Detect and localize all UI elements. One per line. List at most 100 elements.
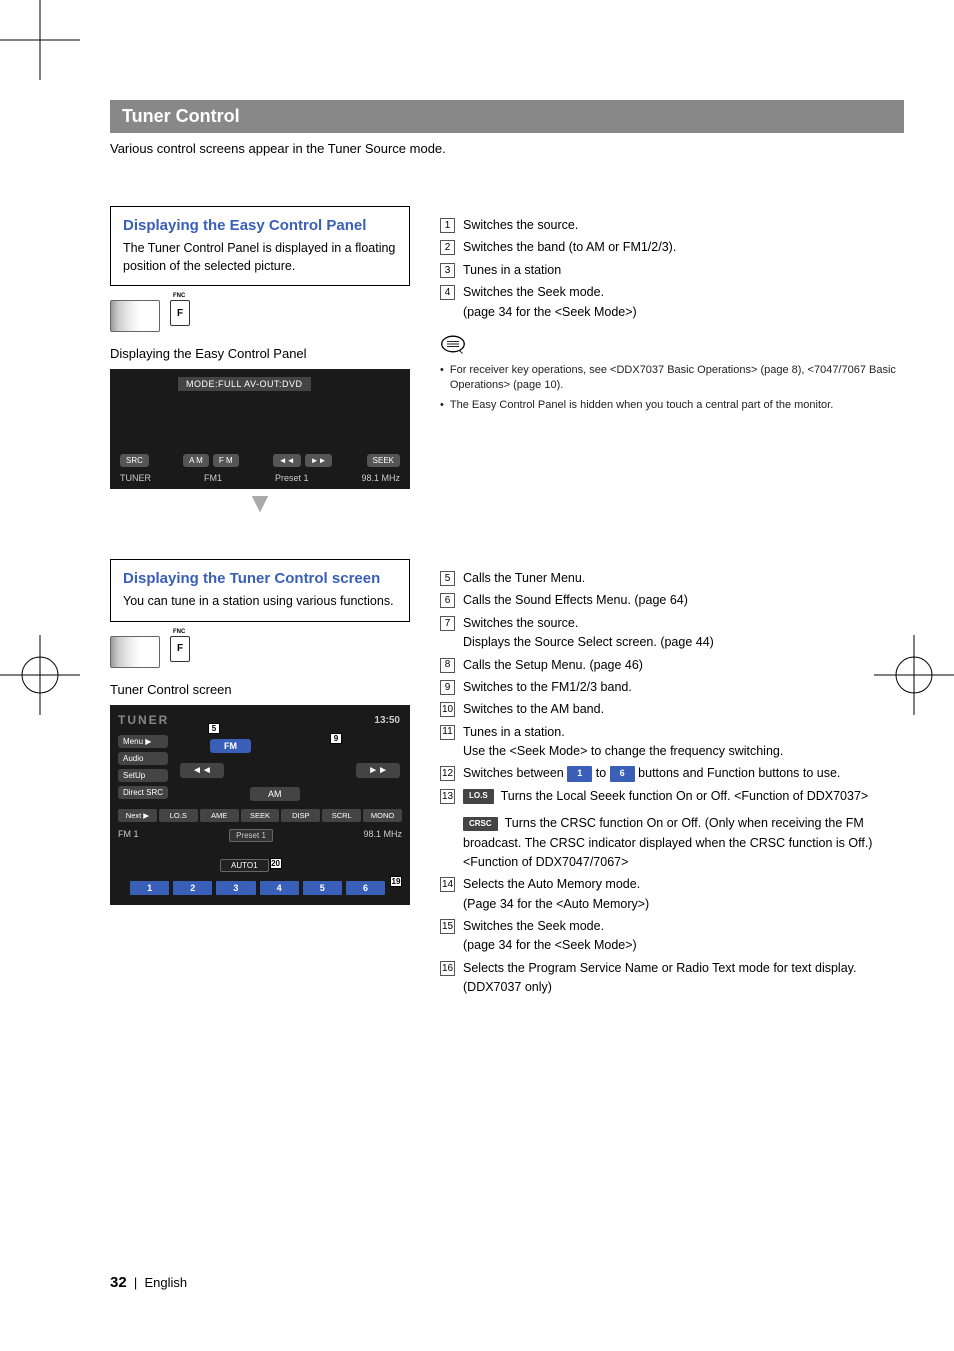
list-num-11: 11 xyxy=(440,725,455,740)
list-text-6: Calls the Sound Effects Menu. (page 64) xyxy=(463,591,904,610)
list-text-5: Calls the Tuner Menu. xyxy=(463,569,904,588)
tuner-label: TUNER xyxy=(120,473,151,483)
preset-3-button[interactable]: 3 xyxy=(216,881,255,895)
callout-20: 20 xyxy=(270,858,282,869)
list-num-2: 2 xyxy=(440,240,455,255)
thumbnail-preview xyxy=(110,300,160,332)
section1-notes: •For receiver key operations, see <DDX70… xyxy=(440,363,904,413)
list-num-8: 8 xyxy=(440,658,455,673)
key-1: 1 xyxy=(567,766,592,782)
thumbnail-preview-2 xyxy=(110,636,160,668)
preset-label: Preset 1 xyxy=(275,473,309,483)
section2-list: 5Calls the Tuner Menu. 6Calls the Sound … xyxy=(440,569,904,998)
scrl-button[interactable]: SCRL xyxy=(322,809,361,822)
fnc-text-2: F xyxy=(177,643,183,654)
fnc-label-2: FNC xyxy=(173,629,185,635)
mono-button[interactable]: MONO xyxy=(363,809,402,822)
callout-19: 19 xyxy=(390,876,402,887)
list-num-4: 4 xyxy=(440,285,455,300)
list-num-10: 10 xyxy=(440,702,455,717)
list-num-12: 12 xyxy=(440,766,455,781)
list-text-14: Selects the Auto Memory mode.(Page 34 fo… xyxy=(463,875,904,914)
list-num-14: 14 xyxy=(440,877,455,892)
registration-mark-top xyxy=(0,0,80,80)
section2-subhead: Tuner Control screen xyxy=(110,682,410,697)
list-num-6: 6 xyxy=(440,593,455,608)
list-text-3: Tunes in a station xyxy=(463,261,904,280)
fnc-button-2[interactable]: FNC F xyxy=(170,636,190,662)
fnc-button[interactable]: FNC F xyxy=(170,300,190,326)
freq-status: 98.1 MHz xyxy=(363,829,402,842)
auto-badge: AUTO1 20 xyxy=(220,859,269,872)
los-button[interactable]: LO.S xyxy=(159,809,198,822)
page-number: 32 | English xyxy=(110,1274,187,1291)
section1-list: 1Switches the source. 2Switches the band… xyxy=(440,216,904,322)
list-num-9: 9 xyxy=(440,680,455,695)
down-arrow-icon: ▼ xyxy=(110,487,410,519)
fm-button[interactable]: F M xyxy=(213,454,239,467)
tuner-control-panel-box: Displaying the Tuner Control screen You … xyxy=(110,559,410,622)
next-func-button[interactable]: Next ▶ xyxy=(118,809,157,822)
menu-tab[interactable]: Menu ▶ xyxy=(118,735,168,748)
fm-band-button[interactable]: FM xyxy=(210,739,251,753)
preset-status: Preset 1 xyxy=(229,829,273,842)
easy-control-panel-box: Displaying the Easy Control Panel The Tu… xyxy=(110,206,410,286)
mode-bar: MODE:FULL AV-OUT:DVD xyxy=(178,377,311,391)
tuner-head: TUNER xyxy=(118,713,169,727)
section1-desc: The Tuner Control Panel is displayed in … xyxy=(123,240,397,275)
list-num-16: 16 xyxy=(440,961,455,976)
preset-4-button[interactable]: 4 xyxy=(260,881,299,895)
setup-tab[interactable]: SetUp xyxy=(118,769,168,782)
section2-desc: You can tune in a station using various … xyxy=(123,593,397,611)
preset-1-button[interactable]: 1 xyxy=(130,881,169,895)
time-label: 13:50 xyxy=(374,715,400,726)
list-text-15: Switches the Seek mode.(page 34 for the … xyxy=(463,917,904,956)
prev-button[interactable]: ◄◄ xyxy=(273,454,301,467)
list-text-8: Calls the Setup Menu. (page 46) xyxy=(463,656,904,675)
list-text-11: Tunes in a station.Use the <Seek Mode> t… xyxy=(463,723,904,762)
list-text-10: Switches to the AM band. xyxy=(463,700,904,719)
easy-control-screen: MODE:FULL AV-OUT:DVD SRC A M F M ◄◄ ►► S… xyxy=(110,369,410,489)
seek-func-button[interactable]: SEEK xyxy=(241,809,280,822)
preset-2-button[interactable]: 2 xyxy=(173,881,212,895)
key-los: LO.S xyxy=(463,789,494,803)
registration-mark-right xyxy=(874,635,954,715)
disp-button[interactable]: DISP xyxy=(281,809,320,822)
seek-button[interactable]: SEEK xyxy=(367,454,400,467)
list-text-4: Switches the Seek mode.(page 34 for the … xyxy=(463,283,904,322)
list-text-7: Switches the source.Displays the Source … xyxy=(463,614,904,653)
intro-text: Various control screens appear in the Tu… xyxy=(110,141,904,156)
freq-label: 98.1 MHz xyxy=(361,473,400,483)
ame-button[interactable]: AME xyxy=(200,809,239,822)
am-button[interactable]: A M xyxy=(183,454,209,467)
am-band-button[interactable]: AM xyxy=(250,787,300,801)
key-crsc: CRSC xyxy=(463,817,498,831)
callout-5: 5 xyxy=(208,723,220,734)
list-text-1: Switches the source. xyxy=(463,216,904,235)
seek-prev-button[interactable]: ◄◄ xyxy=(180,763,224,778)
preset-5-button[interactable]: 5 xyxy=(303,881,342,895)
seek-next-button[interactable]: ►► xyxy=(356,763,400,778)
audio-tab[interactable]: Audio xyxy=(118,752,168,765)
next-button[interactable]: ►► xyxy=(305,454,333,467)
src-button[interactable]: SRC xyxy=(120,454,149,467)
fnc-label: FNC xyxy=(173,293,185,299)
list-text-2: Switches the band (to AM or FM1/2/3). xyxy=(463,238,904,257)
section2-title: Displaying the Tuner Control screen xyxy=(123,570,397,587)
list-text-9: Switches to the FM1/2/3 band. xyxy=(463,678,904,697)
fm1-status: FM 1 xyxy=(118,829,139,842)
tuner-control-screen: TUNER 13:50 5 9 Menu ▶ Audio SetUp Direc… xyxy=(110,705,410,905)
key-6: 6 xyxy=(610,766,635,782)
list-text-13: LO.S Turns the Local Seeek function On o… xyxy=(463,787,904,873)
note-1: For receiver key operations, see <DDX703… xyxy=(450,363,904,394)
list-num-15: 15 xyxy=(440,919,455,934)
list-num-3: 3 xyxy=(440,263,455,278)
fm1-label: FM1 xyxy=(204,473,222,483)
note-icon xyxy=(440,334,904,357)
page-title: Tuner Control xyxy=(110,100,904,133)
preset-6-button[interactable]: 6 xyxy=(346,881,385,895)
list-text-12: Switches between 1 to 6 buttons and Func… xyxy=(463,764,904,783)
fnc-text: F xyxy=(177,308,183,319)
list-num-13: 13 xyxy=(440,789,455,804)
direct-src-tab[interactable]: Direct SRC xyxy=(118,786,168,799)
